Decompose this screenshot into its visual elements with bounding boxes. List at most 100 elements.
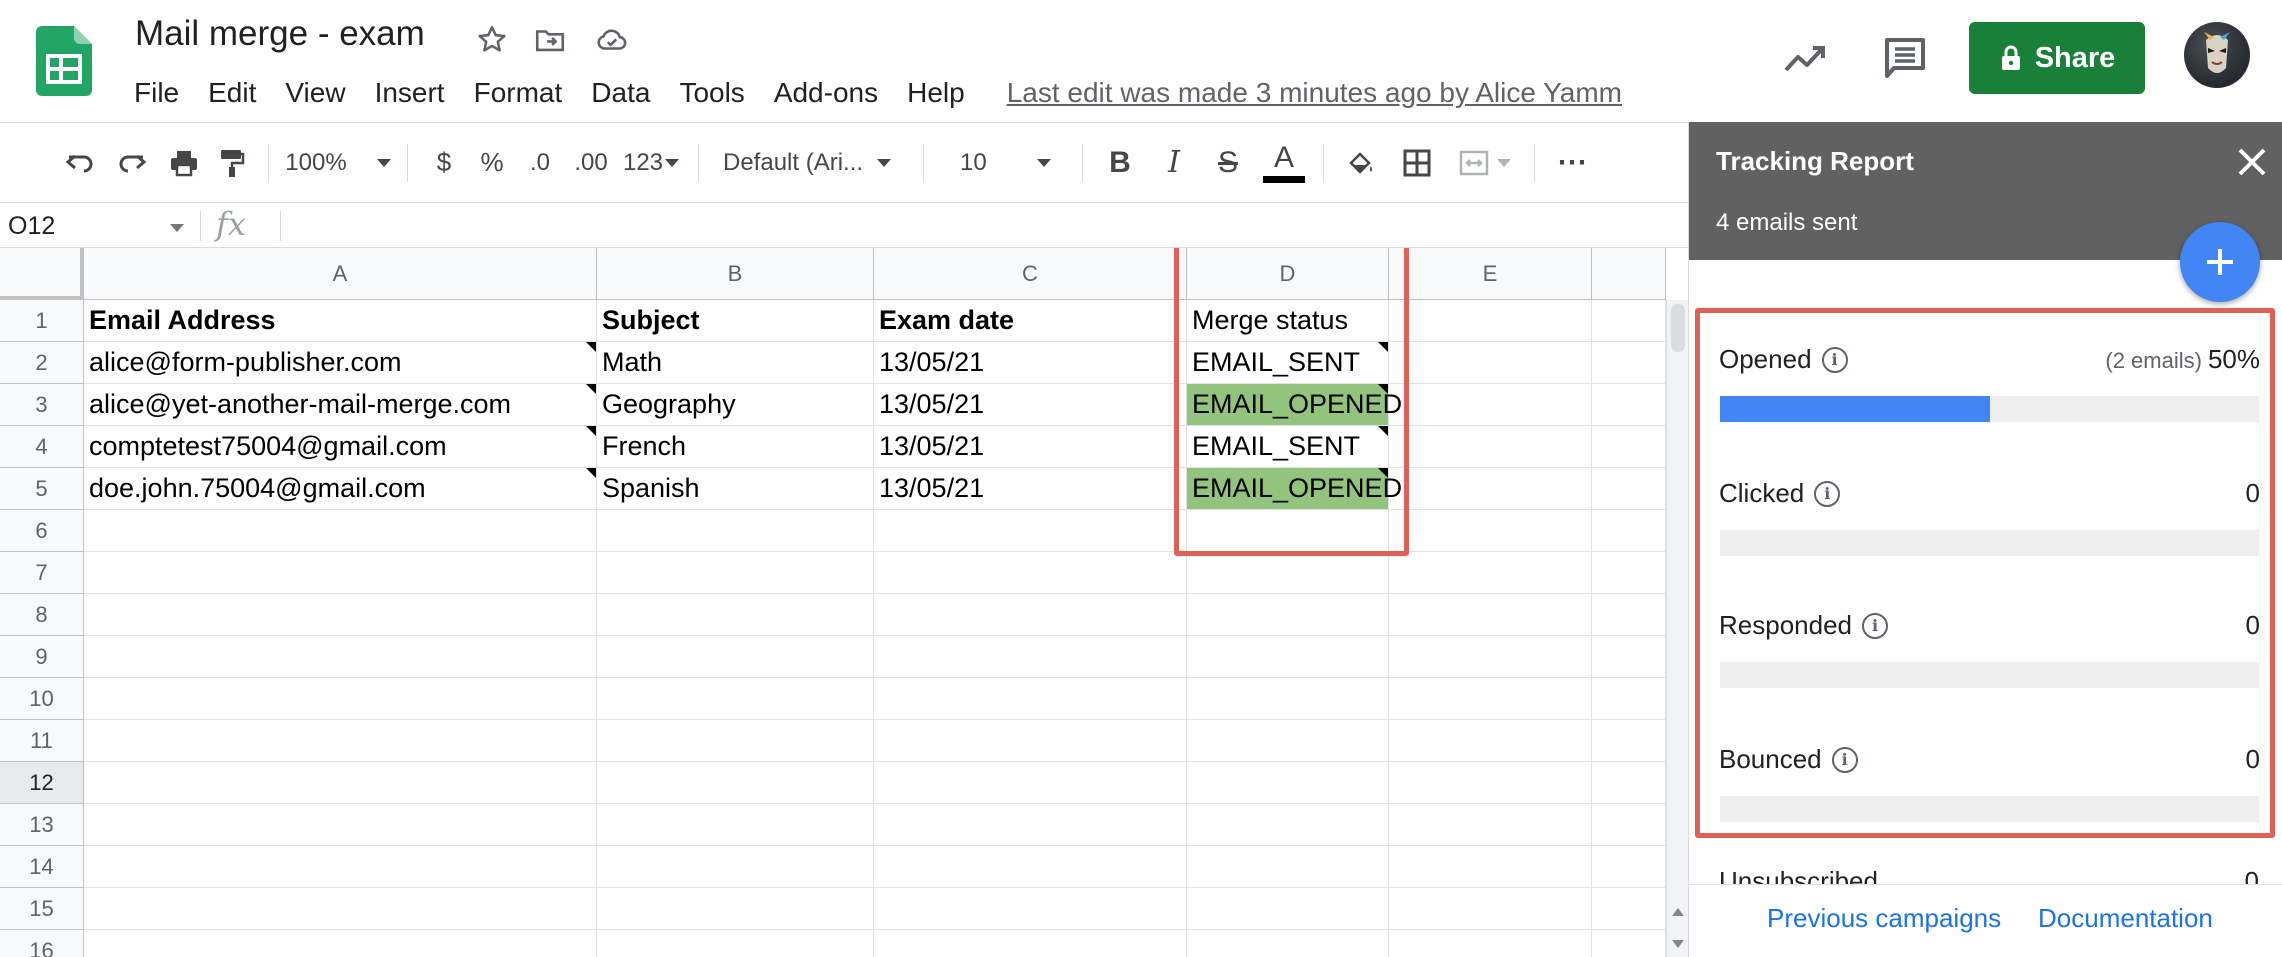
decrease-decimal-button[interactable]: .0 (518, 138, 562, 188)
empty-cell[interactable] (1187, 804, 1389, 846)
menu-format[interactable]: Format (474, 77, 563, 109)
paint-format-icon[interactable] (210, 138, 254, 188)
row-header-10[interactable]: 10 (0, 678, 84, 720)
row-header-3[interactable]: 3 (0, 384, 84, 426)
empty-cell[interactable] (1592, 678, 1666, 720)
empty-cell[interactable] (597, 846, 874, 888)
row-header-7[interactable]: 7 (0, 552, 84, 594)
empty-cell[interactable] (1187, 888, 1389, 930)
row-header-12[interactable]: 12 (0, 762, 84, 804)
empty-cell[interactable] (1187, 762, 1389, 804)
empty-cell[interactable] (874, 846, 1187, 888)
empty-cell[interactable] (1389, 552, 1592, 594)
table-cell[interactable]: French (597, 426, 874, 468)
empty-cell[interactable] (1592, 636, 1666, 678)
empty-cell[interactable] (874, 510, 1187, 552)
empty-cell[interactable] (1389, 426, 1592, 468)
menu-edit[interactable]: Edit (208, 77, 256, 109)
row-header-5[interactable]: 5 (0, 468, 84, 510)
empty-cell[interactable] (597, 552, 874, 594)
empty-cell[interactable] (874, 636, 1187, 678)
empty-cell[interactable] (1592, 552, 1666, 594)
format-percent-button[interactable]: % (470, 138, 514, 188)
empty-cell[interactable] (1389, 720, 1592, 762)
menu-help[interactable]: Help (907, 77, 965, 109)
empty-cell[interactable] (1187, 720, 1389, 762)
font-size-select[interactable]: 10 (938, 138, 1068, 188)
empty-cell[interactable] (1389, 510, 1592, 552)
empty-cell[interactable] (874, 552, 1187, 594)
empty-cell[interactable] (1389, 762, 1592, 804)
share-button[interactable]: Share (1969, 22, 2145, 94)
table-cell[interactable]: Spanish (597, 468, 874, 510)
trending-icon[interactable] (1782, 38, 1828, 78)
table-cell[interactable]: alice@form-publisher.com (84, 342, 597, 384)
empty-cell[interactable] (84, 678, 597, 720)
row-header-15[interactable]: 15 (0, 888, 84, 930)
row-header-9[interactable]: 9 (0, 636, 84, 678)
empty-cell[interactable] (1389, 384, 1592, 426)
empty-cell[interactable] (84, 930, 597, 957)
row-header-14[interactable]: 14 (0, 846, 84, 888)
italic-icon[interactable]: I (1151, 138, 1197, 188)
empty-cell[interactable] (1592, 720, 1666, 762)
empty-cell[interactable] (1592, 426, 1666, 468)
fill-color-icon[interactable] (1338, 138, 1384, 188)
empty-cell[interactable] (1592, 384, 1666, 426)
documentation-link[interactable]: Documentation (2038, 903, 2213, 934)
zoom-select[interactable]: 100% (283, 138, 393, 188)
menu-tools[interactable]: Tools (679, 77, 744, 109)
column-header-a[interactable]: A (84, 248, 597, 300)
empty-cell[interactable] (84, 720, 597, 762)
empty-cell[interactable] (874, 594, 1187, 636)
row-header-1[interactable]: 1 (0, 300, 84, 342)
empty-cell[interactable] (84, 804, 597, 846)
empty-cell[interactable] (597, 510, 874, 552)
empty-cell[interactable] (597, 720, 874, 762)
empty-cell[interactable] (1187, 930, 1389, 957)
more-options-icon[interactable]: ⋯ (1549, 138, 1595, 188)
column-header-e[interactable]: E (1389, 248, 1592, 300)
header-cell[interactable]: Email Address (84, 300, 597, 342)
font-family-select[interactable]: Default (Ari... (713, 138, 909, 188)
row-header-6[interactable]: 6 (0, 510, 84, 552)
document-title[interactable]: Mail merge - exam (135, 14, 425, 54)
empty-cell[interactable] (1389, 342, 1592, 384)
redo-icon[interactable] (110, 138, 154, 188)
header-cell[interactable]: Exam date (874, 300, 1187, 342)
empty-cell[interactable] (1389, 846, 1592, 888)
empty-cell[interactable] (84, 846, 597, 888)
table-cell[interactable]: alice@yet-another-mail-merge.com (84, 384, 597, 426)
table-cell[interactable]: comptetest75004@gmail.com (84, 426, 597, 468)
table-cell[interactable]: 13/05/21 (874, 426, 1187, 468)
empty-cell[interactable] (1389, 804, 1592, 846)
column-header-c[interactable]: C (874, 248, 1187, 300)
scroll-up-icon[interactable] (1672, 908, 1684, 916)
more-formats-select[interactable]: 123 (618, 138, 684, 188)
row-header-13[interactable]: 13 (0, 804, 84, 846)
empty-cell[interactable] (1389, 468, 1592, 510)
column-header-b[interactable]: B (597, 248, 874, 300)
scroll-down-icon[interactable] (1672, 940, 1684, 948)
row-header-4[interactable]: 4 (0, 426, 84, 468)
row-header-2[interactable]: 2 (0, 342, 84, 384)
menu-data[interactable]: Data (591, 77, 650, 109)
table-cell[interactable]: 13/05/21 (874, 342, 1187, 384)
empty-cell[interactable] (1592, 342, 1666, 384)
empty-cell[interactable] (1592, 510, 1666, 552)
empty-cell[interactable] (874, 762, 1187, 804)
format-currency-button[interactable]: $ (422, 138, 466, 188)
print-icon[interactable] (162, 138, 206, 188)
empty-cell[interactable] (84, 552, 597, 594)
menu-add-ons[interactable]: Add-ons (774, 77, 878, 109)
empty-cell[interactable] (874, 678, 1187, 720)
row-header-11[interactable]: 11 (0, 720, 84, 762)
empty-cell[interactable] (1592, 594, 1666, 636)
undo-icon[interactable] (58, 138, 102, 188)
table-cell[interactable]: Math (597, 342, 874, 384)
empty-cell[interactable] (1389, 300, 1592, 342)
name-box[interactable]: O12 (8, 209, 188, 243)
strikethrough-icon[interactable]: S (1205, 138, 1251, 188)
empty-cell[interactable] (1389, 678, 1592, 720)
empty-cell[interactable] (1592, 804, 1666, 846)
